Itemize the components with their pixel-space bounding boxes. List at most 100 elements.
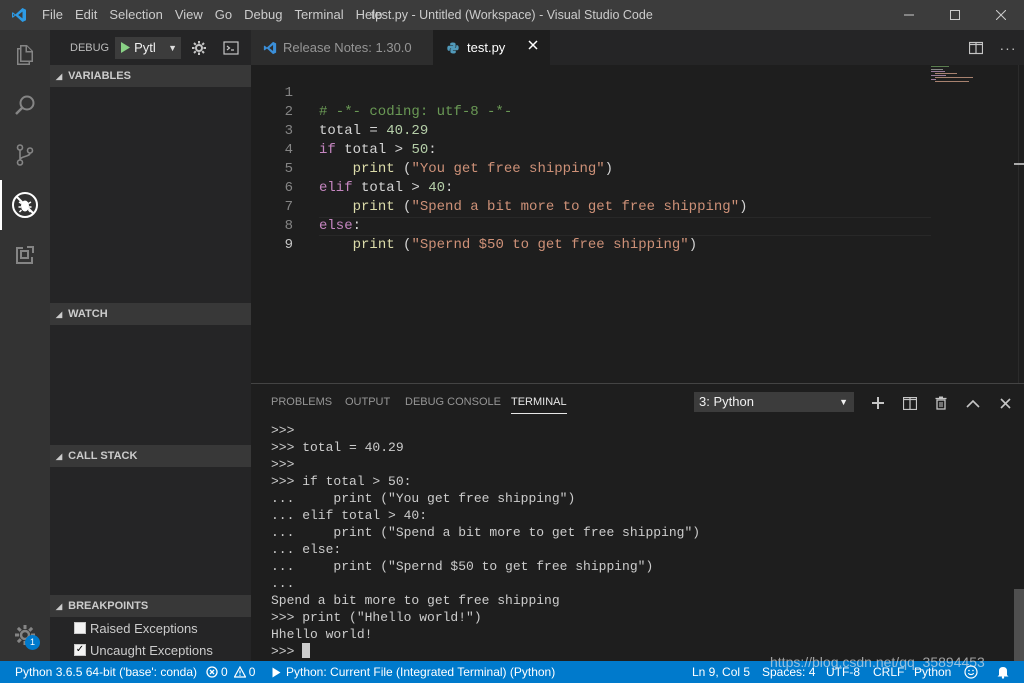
watch-section-header[interactable]: ◢ WATCH xyxy=(50,303,251,325)
gear-icon xyxy=(192,40,207,55)
sidebar-title: DEBUG xyxy=(70,41,110,54)
variables-section-header[interactable]: ◢ VARIABLES xyxy=(50,65,251,87)
menu-bar: File Edit Selection View Go Debug Termin… xyxy=(38,0,388,30)
activity-explorer[interactable] xyxy=(0,30,50,80)
terminal-line: >>> total = 40.29 xyxy=(271,440,404,455)
menu-selection[interactable]: Selection xyxy=(103,0,168,30)
extensions-icon xyxy=(16,246,34,264)
split-terminal-button[interactable] xyxy=(899,392,921,414)
split-editor-icon xyxy=(969,41,983,54)
code-editor[interactable]: 1 # -*- coding: utf-8 -*- 2 total = 40.2… xyxy=(251,65,1024,383)
maximize-panel-button[interactable] xyxy=(962,392,984,414)
debug-console-button[interactable] xyxy=(217,37,245,59)
code-line-4: 4 print ("You get free shipping") xyxy=(251,122,931,177)
overview-ruler xyxy=(1014,65,1024,383)
python-interpreter-status[interactable]: Python 3.6.5 64-bit ('base': conda) xyxy=(15,661,197,683)
activity-debug[interactable] xyxy=(0,180,50,230)
notifications-button[interactable] xyxy=(996,661,1010,683)
editor-actions: ··· xyxy=(960,30,1024,65)
close-panel-button[interactable] xyxy=(994,392,1016,414)
cursor-position-status[interactable]: Ln 9, Col 5 xyxy=(692,661,750,683)
tab-label: Release Notes: 1.30.0 xyxy=(283,40,412,55)
tab-debug-console[interactable]: DEBUG CONSOLE xyxy=(405,384,501,420)
tab-test-py[interactable]: test.py xyxy=(433,30,550,65)
tab-terminal[interactable]: TERMINAL xyxy=(511,384,567,420)
variables-title: VARIABLES xyxy=(68,70,131,82)
terminal-scrollbar[interactable] xyxy=(1014,589,1024,661)
terminal-output[interactable]: >>> >>> total = 40.29 >>> >>> if total >… xyxy=(271,422,1011,660)
minimize-button[interactable] xyxy=(886,0,932,30)
checkbox-checked[interactable]: ✓ xyxy=(74,644,86,656)
new-terminal-button[interactable] xyxy=(867,392,889,414)
minimize-icon xyxy=(904,14,914,16)
terminal-line: >>> xyxy=(271,423,295,438)
breakpoint-raised-exceptions[interactable]: Raised Exceptions xyxy=(74,617,198,639)
chevron-down-icon: ▼ xyxy=(839,397,848,407)
maximize-button[interactable] xyxy=(932,0,978,30)
menu-edit[interactable]: Edit xyxy=(69,0,103,30)
tab-output[interactable]: OUTPUT xyxy=(345,384,390,420)
close-icon xyxy=(996,10,1006,20)
terminal-line: ... xyxy=(271,576,295,591)
close-tab-button[interactable] xyxy=(528,40,538,50)
open-launch-json-button[interactable] xyxy=(185,37,213,59)
chevron-up-icon xyxy=(966,399,980,408)
call-stack-section-header[interactable]: ◢ CALL STACK xyxy=(50,445,251,467)
terminal-line: >>> print ("Hhello world!") xyxy=(271,610,482,625)
menu-view[interactable]: View xyxy=(169,0,209,30)
code-line-6: 6 print ("Spend a bit more to get free s… xyxy=(251,160,931,215)
plus-icon xyxy=(872,397,884,409)
error-count: 0 xyxy=(221,665,228,679)
tab-problems[interactable]: PROBLEMS xyxy=(271,384,332,420)
debug-config-name: Pytl xyxy=(134,40,156,55)
play-icon xyxy=(120,42,130,53)
menu-go[interactable]: Go xyxy=(209,0,238,30)
editor-tab-bar: Release Notes: 1.30.0 test.py xyxy=(251,30,1024,65)
menu-file[interactable]: File xyxy=(38,0,69,30)
warning-icon xyxy=(233,666,246,678)
terminal-line: ... print ("Spend a bit more to get free… xyxy=(271,525,701,540)
code-line-8: 8 print ("Spernd $50 to get free shippin… xyxy=(251,198,931,253)
menu-debug[interactable]: Debug xyxy=(238,0,288,30)
debug-sidebar: DEBUG Pytl ▼ ◢ VARIABLES ◢ WATCH ◢ CALL … xyxy=(50,30,251,661)
error-icon xyxy=(206,666,218,678)
manage-settings-button[interactable]: 1 xyxy=(0,615,50,655)
menu-help[interactable]: Help xyxy=(350,0,389,30)
menu-terminal[interactable]: Terminal xyxy=(288,0,349,30)
kill-terminal-button[interactable] xyxy=(930,392,952,414)
code-line-1: 1 # -*- coding: utf-8 -*- xyxy=(251,65,931,120)
close-icon xyxy=(999,397,1011,409)
activity-source-control[interactable] xyxy=(0,130,50,180)
tab-release-notes[interactable]: Release Notes: 1.30.0 xyxy=(251,30,433,65)
breakpoints-section-header[interactable]: ◢ BREAKPOINTS xyxy=(50,595,251,617)
code-line-3: 3 if total > 50: xyxy=(251,103,931,158)
split-editor-button[interactable] xyxy=(960,30,992,65)
activity-bar: 1 xyxy=(0,30,50,661)
minimap[interactable] xyxy=(931,65,1011,85)
window-controls xyxy=(886,0,1024,30)
terminal-selector[interactable]: 3: Python ▼ xyxy=(694,392,854,412)
maximize-icon xyxy=(950,10,960,20)
source-control-icon xyxy=(16,144,34,166)
trash-icon xyxy=(935,396,947,410)
debug-config-status[interactable]: Python: Current File (Integrated Termina… xyxy=(272,661,555,683)
activity-extensions[interactable] xyxy=(0,230,50,280)
start-debugging-button[interactable] xyxy=(116,41,134,54)
terminal-line: ... print ("Spernd $50 to get free shipp… xyxy=(271,559,654,574)
problems-status[interactable]: 0 0 xyxy=(206,661,255,683)
terminal-cursor xyxy=(302,643,311,658)
activity-search[interactable] xyxy=(0,80,50,130)
close-window-button[interactable] xyxy=(978,0,1024,30)
terminal-line: ... print ("You get free shipping") xyxy=(271,491,576,506)
terminal-line: Hhello world! xyxy=(271,627,373,642)
debug-config-select[interactable]: Pytl ▼ xyxy=(115,36,182,59)
breakpoint-label: Uncaught Exceptions xyxy=(90,642,213,658)
breakpoint-uncaught-exceptions[interactable]: ✓ Uncaught Exceptions xyxy=(74,639,213,661)
vscode-tab-icon xyxy=(263,41,277,55)
checkbox-unchecked[interactable] xyxy=(74,622,86,634)
debug-icon xyxy=(12,192,38,218)
more-actions-button[interactable]: ··· xyxy=(992,30,1024,65)
expanded-icon: ◢ xyxy=(56,71,63,81)
chevron-down-icon: ▼ xyxy=(168,42,178,53)
play-icon xyxy=(272,667,281,677)
